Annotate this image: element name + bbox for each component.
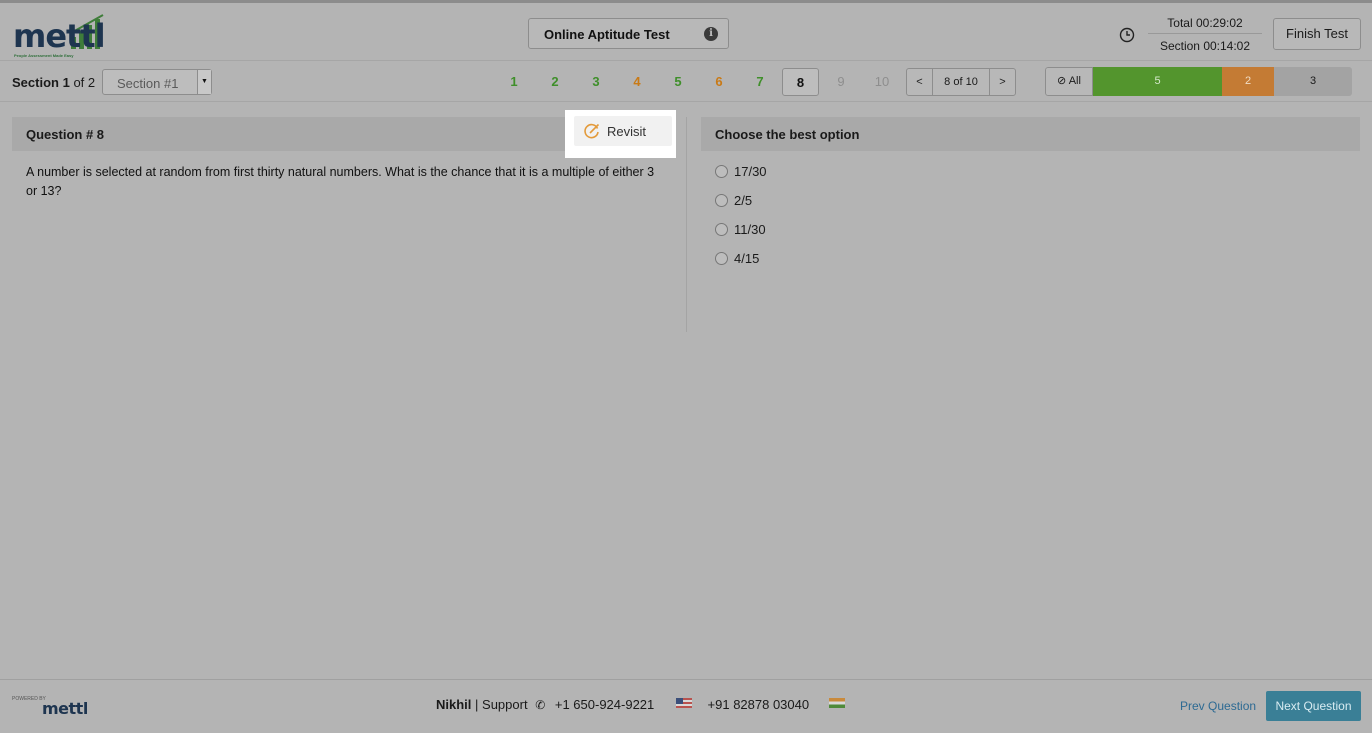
section-total: of 2 (73, 75, 96, 90)
question-header: Question # 8 Revisit (12, 110, 676, 158)
question-number-6[interactable]: 6 (705, 68, 733, 96)
option-label: 11/30 (734, 222, 766, 237)
question-number-8[interactable]: 8 (782, 68, 819, 96)
info-icon[interactable]: i (704, 27, 718, 41)
options-header: Choose the best option (701, 117, 1360, 151)
section-nav-bar: Section 1 of 2 Section #1 ▼ 1 2 3 4 5 6 7 8 9 10 … (0, 62, 1372, 102)
revisit-icon (584, 123, 600, 139)
option-label: 4/15 (734, 251, 760, 266)
section-prefix: Section (12, 75, 59, 90)
powered-by-label: POWERED BY (12, 696, 46, 702)
filter-all-button[interactable]: ⊘ All (1045, 67, 1093, 96)
check-circle-icon: ⊘ (1057, 75, 1067, 87)
section-current: 1 (62, 75, 70, 90)
question-pager: < 8 of 10 > (906, 68, 1016, 96)
powered-by-wordmark: mettl (42, 699, 88, 718)
question-number-2[interactable]: 2 (541, 68, 569, 96)
question-number-3[interactable]: 3 (582, 68, 610, 96)
mettl-logo: mettl People Assessment Made Easy (13, 9, 113, 61)
unanswered-count-segment[interactable]: 3 (1274, 67, 1352, 96)
timers: Total 00:29:02 Section 00:14:02 (1148, 15, 1262, 54)
section-select-value: Section #1 (117, 76, 179, 91)
pager-position: 8 of 10 (944, 76, 978, 88)
radio-button[interactable] (715, 165, 728, 178)
panel-divider (686, 117, 687, 332)
revisit-count-segment[interactable]: 2 (1222, 67, 1274, 96)
options-title: Choose the best option (715, 127, 860, 142)
answered-count-segment[interactable]: 5 (1093, 67, 1222, 96)
clock-icon (1119, 27, 1135, 43)
total-timer: Total 00:29:02 (1148, 15, 1262, 34)
logo-tagline: People Assessment Made Easy (14, 53, 74, 58)
radio-button[interactable] (715, 194, 728, 207)
powered-by-logo: POWERED BY mettl (12, 694, 92, 718)
revisit-button[interactable]: Revisit (574, 116, 672, 146)
section-indicator: Section 1 of 2 (12, 75, 95, 90)
test-title-box: Online Aptitude Test i (528, 18, 729, 49)
us-flag-icon (675, 698, 692, 708)
status-summary-bar: ⊘ All 5 2 3 (1045, 67, 1352, 96)
question-number-7[interactable]: 7 (746, 68, 774, 96)
filter-all-label: All (1068, 75, 1081, 87)
question-number-5[interactable]: 5 (664, 68, 692, 96)
radio-button[interactable] (715, 252, 728, 265)
question-number-10[interactable]: 10 (868, 68, 896, 96)
finish-test-button[interactable]: Finish Test (1273, 18, 1361, 50)
user-name: Nikhil (436, 697, 472, 712)
next-question-button[interactable]: Next Question (1266, 691, 1361, 721)
question-number-9[interactable]: 9 (827, 68, 855, 96)
radio-button[interactable] (715, 223, 728, 236)
question-text: A number is selected at random from firs… (26, 165, 655, 198)
india-flag-icon (828, 698, 845, 708)
prev-question-button[interactable]: Prev Question (1180, 699, 1256, 713)
logo-wordmark: mettl (13, 17, 106, 55)
pager-next-button[interactable]: > (989, 69, 1015, 95)
chevron-down-icon: ▼ (197, 70, 211, 94)
support-phone-in: +91 82878 03040 (707, 697, 810, 712)
question-title: Question # 8 (26, 127, 105, 142)
question-number-4[interactable]: 4 (623, 68, 651, 96)
pager-prev-button[interactable]: < (907, 69, 933, 95)
phone-icon: ✆ (535, 698, 546, 712)
revisit-highlight: Revisit (565, 110, 676, 158)
option-label: 17/30 (734, 164, 767, 179)
support-phone-us: +1 650-924-9221 (554, 697, 655, 712)
revisit-label: Revisit (607, 124, 647, 139)
support-info: Nikhil | Support ✆ +1 650-924-9221 +91 8… (436, 697, 845, 712)
question-number-1[interactable]: 1 (500, 68, 528, 96)
section-select[interactable]: Section #1 ▼ (102, 69, 212, 95)
option-label: 2/5 (734, 193, 753, 208)
test-title: Online Aptitude Test (544, 27, 670, 42)
support-label: | Support (475, 697, 528, 712)
header: mettl People Assessment Made Easy Online… (0, 3, 1372, 61)
footer: POWERED BY mettl Nikhil | Support ✆ +1 6… (0, 679, 1372, 733)
section-timer: Section 00:14:02 (1159, 39, 1251, 53)
